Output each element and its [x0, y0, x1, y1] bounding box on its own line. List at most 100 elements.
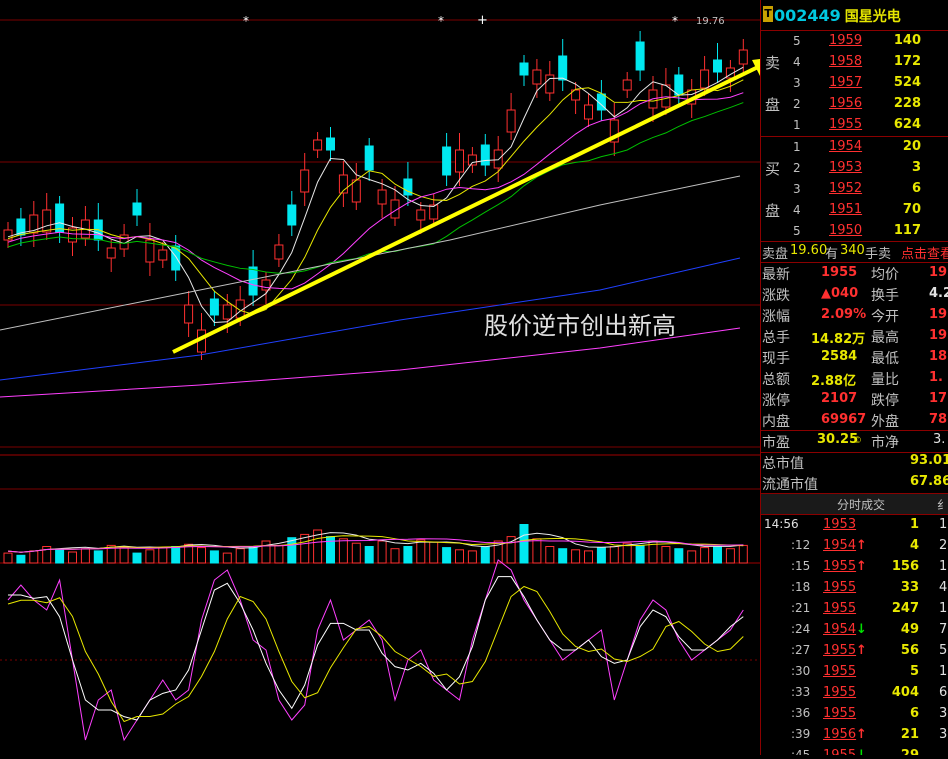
tick-time: :45 [791, 748, 811, 755]
candle-body [674, 74, 684, 96]
volume-bar [351, 542, 361, 564]
bid-row[interactable]: 3 1952 6 [761, 179, 948, 200]
ask-row[interactable]: 5 1959 140 [761, 31, 948, 52]
volume-bar [248, 546, 258, 564]
tick-price: 1954 [823, 622, 857, 637]
bid-row[interactable]: 1 1954 20 [761, 137, 948, 158]
quote-label: 涨跌 [762, 288, 790, 304]
ask-row[interactable]: 2 1956 228 [761, 94, 948, 115]
tick-price: 1955 [823, 748, 856, 755]
event-marker[interactable]: * [243, 14, 249, 28]
tick-count: 6 [939, 685, 948, 700]
bid-volume: 6 [911, 181, 921, 196]
ticks-title[interactable]: 分时成交 [837, 496, 885, 513]
event-marker[interactable]: + [477, 13, 488, 28]
candle-body [209, 298, 219, 316]
tick-price: 1955 [823, 685, 857, 700]
ticks-header: 分时成交 纟 [761, 494, 948, 514]
bid-price[interactable]: 1952 [829, 181, 862, 196]
kline-chart-svg[interactable] [0, 0, 786, 755]
tick-volume: 29 [901, 748, 919, 755]
volume-bar [571, 549, 581, 564]
bid-price[interactable]: 1950 [829, 223, 862, 238]
tick-row: :30 1955 5 1 [761, 662, 948, 683]
ask-level: 4 [793, 55, 801, 69]
quote-value: 19 [929, 328, 948, 343]
ask-price[interactable]: 1957 [829, 75, 862, 90]
tick-time: :36 [791, 706, 811, 720]
bid-volume: 117 [893, 223, 921, 238]
tick-time: :39 [791, 727, 811, 741]
total-cap-value: 93.01 [910, 453, 948, 468]
tick-arrow: ↑ [856, 559, 867, 574]
bid-row[interactable]: 2 1953 3 [761, 158, 948, 179]
candle-body [467, 154, 477, 166]
tick-arrow: ↑ [856, 643, 867, 658]
ask-row[interactable]: 1 1955 624 [761, 115, 948, 136]
volume-bar [545, 546, 555, 564]
stock-flag: T [763, 6, 773, 22]
tick-count: 3 [939, 727, 948, 742]
volume-bar [197, 547, 206, 564]
ask-price[interactable]: 1955 [829, 117, 862, 132]
quote-panel: T 002449 国星光电 卖 盘 5 1959 140 4 1958 172 3 1957 524… [760, 0, 948, 755]
volume-bar [558, 548, 568, 564]
bid-row[interactable]: 5 1950 117 [761, 221, 948, 242]
ask-level: 2 [793, 97, 801, 111]
quote-value: ▲040 [821, 286, 859, 301]
ask-price[interactable]: 1956 [829, 96, 862, 111]
ask-price[interactable]: 1959 [829, 33, 862, 48]
tick-time: :21 [791, 601, 811, 615]
sell-info-prefix: 卖盘 [762, 247, 789, 262]
volume-bar [338, 538, 348, 564]
tick-price: 1955 [823, 706, 857, 721]
bid-level: 3 [793, 182, 801, 196]
quote-row: 总手 14.82万 最高 19 [761, 326, 948, 347]
tick-time: :18 [791, 580, 811, 594]
volume-bar [80, 548, 90, 564]
bid-level: 1 [793, 140, 801, 154]
event-marker[interactable]: * [672, 14, 678, 28]
quote-label: 涨幅 [762, 309, 790, 325]
ma20-line [7, 92, 744, 290]
volume-bar [700, 547, 710, 564]
kline-chart-area[interactable]: 股价逆市创出新高 19.76 * * + * [0, 0, 786, 755]
quote-value: 14.82万 [811, 332, 866, 347]
tick-volume: 404 [891, 685, 919, 700]
sell-info-link[interactable]: 点击查看 [901, 243, 948, 262]
candle-body [635, 41, 645, 71]
float-cap-label: 流通市值 [762, 477, 818, 493]
ask-volume: 228 [893, 96, 921, 111]
volume-bar [16, 554, 26, 564]
volume-bar [687, 550, 697, 564]
candle-body [738, 49, 748, 65]
ask-price[interactable]: 1958 [829, 54, 862, 69]
bid-price[interactable]: 1954 [829, 139, 862, 154]
tick-row: :24 1954 ↓ 49 7 [761, 620, 948, 641]
ask-row[interactable]: 3 1957 524 [761, 73, 948, 94]
tick-price: 1956 [823, 727, 857, 742]
candle-body [429, 204, 439, 220]
volume-bar [416, 539, 426, 564]
tick-count: 2 [939, 538, 948, 553]
quote-value: 782 [929, 412, 948, 427]
event-marker[interactable]: * [438, 14, 444, 28]
bid-row[interactable]: 4 1951 70 [761, 200, 948, 221]
candle-body [171, 245, 181, 271]
chart-annotation: 股价逆市创出新高 [484, 312, 676, 340]
ask-row[interactable]: 4 1958 172 [761, 52, 948, 73]
volume-bar [390, 548, 400, 564]
candle-body [42, 209, 52, 233]
ask-level: 1 [793, 118, 801, 132]
tick-volume: 5 [909, 664, 919, 679]
volume-bar [55, 549, 65, 564]
ticks-header-extra[interactable]: 纟 [937, 496, 948, 513]
sell-info-unit: 手卖 [865, 247, 892, 262]
bid-price[interactable]: 1951 [829, 202, 862, 217]
stock-header[interactable]: T 002449 国星光电 [763, 6, 901, 26]
tick-time: 14:56 [764, 517, 799, 531]
quote-row: 涨跌 ▲040 换手 4.27 [761, 284, 948, 305]
pb-label: 市净 [871, 435, 899, 451]
ask-volume: 524 [893, 75, 921, 90]
bid-price[interactable]: 1953 [829, 160, 862, 175]
